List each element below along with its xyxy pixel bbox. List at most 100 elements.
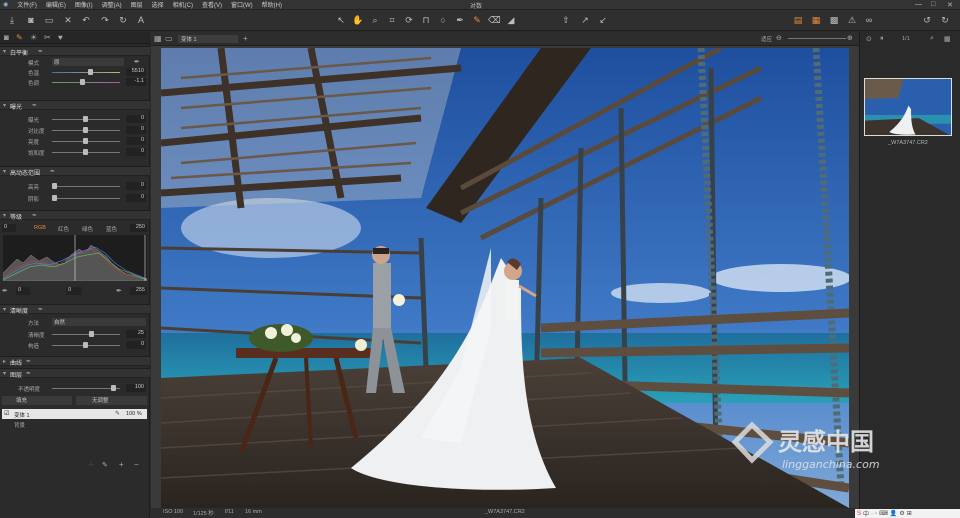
slider-knob[interactable] [83, 127, 88, 133]
exposure-header[interactable]: ▾ 曝光 ✒ [0, 100, 150, 111]
slider-knob[interactable] [83, 138, 88, 144]
import-icon[interactable]: ⤓ [6, 14, 18, 26]
camera-tab-icon[interactable]: ◙ [4, 33, 9, 42]
white-point-picker-icon[interactable]: ✒ [116, 287, 122, 295]
menu-image[interactable]: 图像(I) [75, 0, 93, 9]
add-tab-icon[interactable]: + [243, 34, 248, 43]
ime-mode[interactable]: 中 [863, 509, 869, 518]
value-field[interactable]: 0 [126, 341, 146, 349]
remove-layer-icon[interactable]: − [134, 460, 139, 469]
tab-blue[interactable]: 蓝色 [106, 225, 117, 233]
black-point-picker-icon[interactable]: ✒ [2, 287, 8, 295]
eraser-tool-icon[interactable]: ⌫ [488, 14, 501, 26]
glasses-icon[interactable]: ∞ [863, 14, 875, 26]
sogou-icon[interactable]: S [857, 511, 861, 517]
circle-tool-icon[interactable]: ○ [437, 14, 449, 26]
layers-view-icon[interactable]: ▤ [792, 14, 804, 26]
layer-row[interactable]: ☑ 变体 1 ✎ 100 % [2, 409, 147, 419]
slider-knob[interactable] [52, 195, 57, 201]
slider-knob[interactable] [83, 149, 88, 155]
curve-header[interactable]: ▸ 曲线 ✒ [0, 356, 150, 367]
value-field[interactable]: 0 [126, 115, 146, 123]
browser-grid-icon[interactable]: ▦ [944, 35, 951, 43]
picker-icon[interactable]: ✒ [32, 212, 37, 219]
clarity-header[interactable]: ▾ 清晰度 ✒ [0, 304, 150, 315]
value-field[interactable]: 25 [126, 330, 146, 338]
crop-tool-icon[interactable]: ⌗ [386, 14, 398, 26]
close-button[interactable]: ✕ [947, 1, 953, 9]
menu-help[interactable]: 帮助(H) [262, 0, 282, 9]
value-field[interactable]: -1.1 [126, 78, 146, 86]
ime-keyboard-icon[interactable]: ⌨ [879, 510, 888, 517]
variant-tab[interactable]: 变体 1 [178, 35, 238, 43]
zoom-slider[interactable] [788, 38, 846, 39]
layer-brush-icon[interactable]: ✎ [102, 461, 108, 469]
background-layer[interactable]: 背景 [14, 421, 25, 429]
value-field[interactable]: 0 [126, 126, 146, 134]
wb-mode-select[interactable]: 原 [52, 58, 124, 66]
reset-icon[interactable]: ↺ [921, 14, 933, 26]
grid-view-icon[interactable]: ▩ [828, 14, 840, 26]
details-tab-icon[interactable]: ✂ [44, 33, 51, 42]
layers-header[interactable]: ▾ 图层 ✒ [0, 368, 150, 379]
zoom-in-icon[interactable]: ⊕ [847, 34, 853, 42]
menu-layer[interactable]: 图层 [131, 0, 143, 9]
single-view-icon[interactable]: ▭ [165, 34, 173, 43]
menu-view[interactable]: 查看(V) [202, 0, 222, 9]
layer-checkbox-icon[interactable]: ☑ [4, 410, 9, 417]
eyedropper-icon[interactable]: ✒ [134, 58, 140, 66]
compare-view-icon[interactable]: ▦ [810, 14, 822, 26]
slider-track[interactable] [52, 72, 120, 73]
slider-track[interactable] [52, 198, 120, 199]
clarity-method-select[interactable]: 自然 [52, 318, 146, 326]
redo-icon[interactable]: ↻ [117, 14, 129, 26]
heart-tab-icon[interactable]: ♥ [58, 33, 63, 42]
ime-moon-icon[interactable]: ◦ [875, 511, 877, 517]
brush-tool-icon[interactable]: ✎ [471, 14, 483, 26]
gradient-tool-icon[interactable]: ◢ [505, 14, 517, 26]
thumbnail[interactable] [864, 78, 952, 136]
picker-icon[interactable]: ✒ [38, 48, 43, 55]
menu-file[interactable]: 文件(F) [17, 0, 37, 9]
fill-dropdown[interactable]: 填充 [2, 396, 72, 405]
text-tool-icon[interactable]: A [135, 14, 147, 26]
output-mid-field[interactable]: 0 [66, 287, 82, 295]
output-low-field[interactable]: 0 [16, 287, 30, 295]
zoom-label[interactable]: 适应 [761, 35, 772, 43]
input-low-field[interactable]: 0 [2, 224, 16, 232]
value-field[interactable]: 100 [126, 384, 146, 392]
hdr-header[interactable]: ▾ 高动态范围 ✒ [0, 166, 150, 177]
picker-icon[interactable]: ✒ [38, 306, 43, 313]
share-icon[interactable]: ↗ [579, 14, 591, 26]
tab-red[interactable]: 红色 [58, 225, 69, 233]
pointer-tool-icon[interactable]: ↖ [335, 14, 347, 26]
browser-zoom-icon[interactable]: ⌕ [930, 35, 934, 43]
picker-icon[interactable]: ✒ [32, 102, 37, 109]
slider-knob[interactable] [52, 183, 57, 189]
refresh-icon[interactable]: ↻ [939, 14, 951, 26]
delete-icon[interactable]: ✕ [62, 14, 74, 26]
levels-histogram[interactable] [2, 235, 148, 282]
view-toggle-icon[interactable]: ⊙ [866, 35, 872, 43]
input-high-field[interactable]: 250 [130, 224, 147, 232]
value-field[interactable]: 0 [126, 182, 146, 190]
collapse-icon[interactable]: ↙ [597, 14, 609, 26]
ime-user-icon[interactable]: 👤 [890, 510, 897, 517]
exposure-tab-icon[interactable]: ☀ [30, 33, 37, 42]
value-field[interactable]: 0 [126, 137, 146, 145]
menu-edit[interactable]: 编辑(E) [46, 0, 66, 9]
undo-icon[interactable]: ↶ [80, 14, 92, 26]
ime-grid-icon[interactable]: ⊞ [907, 510, 912, 517]
levels-header[interactable]: ▾ 等级 ✒ [0, 210, 150, 221]
pause-icon[interactable]: ⏸ [880, 35, 884, 43]
slider-track[interactable] [52, 334, 120, 335]
ime-punct-icon[interactable]: · [871, 511, 873, 517]
slider-track[interactable] [52, 82, 120, 83]
slider-track[interactable] [52, 186, 120, 187]
ime-settings-icon[interactable]: ⚙ [899, 510, 904, 517]
perspective-tool-icon[interactable]: ⊓ [420, 14, 432, 26]
menu-window[interactable]: 窗口(W) [231, 0, 253, 9]
maximize-button[interactable]: □ [931, 1, 935, 8]
color-tab-icon[interactable]: ✎ [16, 33, 23, 42]
picker-icon[interactable]: ✒ [26, 370, 31, 377]
